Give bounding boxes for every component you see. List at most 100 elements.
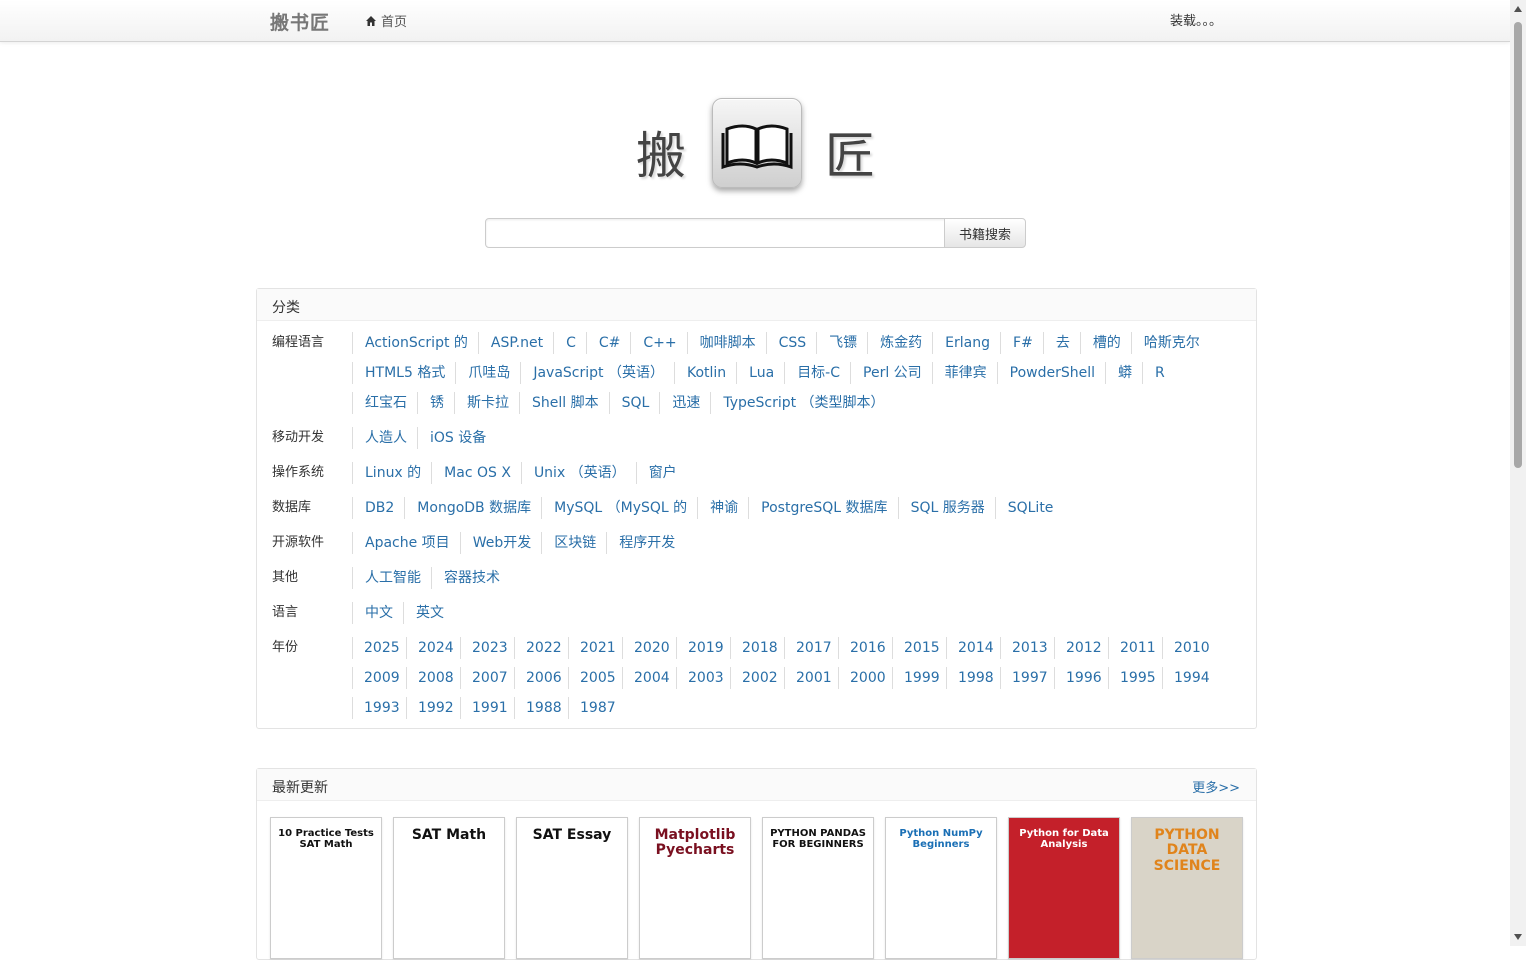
scroll-thumb[interactable] <box>1514 22 1522 468</box>
category-link[interactable]: PostgreSQL 数据库 <box>748 497 897 519</box>
category-link[interactable]: PowderShell <box>996 362 1105 384</box>
category-link[interactable]: 哈斯克尔 <box>1130 332 1210 354</box>
year-link[interactable]: 2008 <box>406 667 460 689</box>
year-link[interactable]: 2021 <box>568 637 622 659</box>
year-link[interactable]: 1987 <box>568 697 622 719</box>
category-link[interactable]: 蟒 <box>1105 362 1142 384</box>
category-link[interactable]: ASP.net <box>477 332 553 354</box>
nav-home-link[interactable]: 首页 <box>365 11 407 30</box>
year-link[interactable]: 2010 <box>1162 637 1216 659</box>
year-link[interactable]: 1991 <box>460 697 514 719</box>
category-link[interactable]: 菲律宾 <box>931 362 997 384</box>
category-link[interactable]: Apache 项目 <box>352 532 460 554</box>
year-link[interactable]: 1992 <box>406 697 460 719</box>
more-link[interactable]: 更多>> <box>1192 777 1240 796</box>
brand-logo[interactable]: 搬书匠 <box>270 8 330 35</box>
year-link[interactable]: 1995 <box>1108 667 1162 689</box>
year-link[interactable]: 1993 <box>352 697 406 719</box>
book-cover[interactable]: Python for Data Analysis <box>1008 817 1120 959</box>
category-link[interactable]: MongoDB 数据库 <box>404 497 541 519</box>
category-link[interactable]: 窗户 <box>635 462 687 484</box>
year-link[interactable]: 2011 <box>1108 637 1162 659</box>
category-link[interactable]: 炼金药 <box>867 332 932 354</box>
year-link[interactable]: 2022 <box>514 637 568 659</box>
book-cover[interactable]: SAT Essay <box>516 817 628 959</box>
category-link[interactable]: CSS <box>765 332 817 354</box>
category-link[interactable]: 中文 <box>352 602 403 624</box>
year-link[interactable]: 2001 <box>784 667 838 689</box>
category-link[interactable]: Perl 公司 <box>850 362 932 384</box>
category-link[interactable]: Shell 脚本 <box>519 392 609 414</box>
scroll-down-arrow-icon[interactable] <box>1514 934 1522 940</box>
category-link[interactable]: 区块链 <box>541 532 606 554</box>
category-link[interactable]: ActionScript 的 <box>352 332 478 354</box>
category-link[interactable]: 槽的 <box>1079 332 1131 354</box>
category-link[interactable]: JavaScript （英语） <box>520 362 674 384</box>
year-link[interactable]: 2002 <box>730 667 784 689</box>
category-link[interactable]: 咖啡脚本 <box>686 332 766 354</box>
category-link[interactable]: 容器技术 <box>431 567 510 589</box>
year-link[interactable]: 2025 <box>352 637 406 659</box>
search-input[interactable] <box>485 218 947 248</box>
year-link[interactable]: 2015 <box>892 637 946 659</box>
category-link[interactable]: DB2 <box>352 497 404 519</box>
year-link[interactable]: 2013 <box>1000 637 1054 659</box>
category-link[interactable]: 英文 <box>403 602 454 624</box>
page-scrollbar[interactable] <box>1510 0 1526 946</box>
book-cover[interactable]: Python NumPy Beginners <box>885 817 997 959</box>
category-link[interactable]: 红宝石 <box>352 392 417 414</box>
category-link[interactable]: C# <box>585 332 631 354</box>
year-link[interactable]: 1998 <box>946 667 1000 689</box>
category-link[interactable]: SQL 服务器 <box>897 497 995 519</box>
category-link[interactable]: SQLite <box>994 497 1064 519</box>
book-cover[interactable]: Matplotlib Pyecharts <box>639 817 751 959</box>
category-link[interactable]: Kotlin <box>673 362 736 384</box>
category-link[interactable]: C++ <box>630 332 686 354</box>
category-link[interactable]: Unix （英语） <box>520 462 636 484</box>
category-link[interactable]: SQL <box>608 392 660 414</box>
year-link[interactable]: 2014 <box>946 637 1000 659</box>
category-link[interactable]: 神谕 <box>697 497 748 519</box>
category-link[interactable]: 锈 <box>417 392 454 414</box>
category-link[interactable]: Web开发 <box>459 532 542 554</box>
year-link[interactable]: 2007 <box>460 667 514 689</box>
year-link[interactable]: 2005 <box>568 667 622 689</box>
search-button[interactable]: 书籍搜索 <box>944 218 1026 248</box>
year-link[interactable]: 1999 <box>892 667 946 689</box>
category-link[interactable]: 人造人 <box>352 427 417 449</box>
year-link[interactable]: 2006 <box>514 667 568 689</box>
category-link[interactable]: 迅速 <box>659 392 710 414</box>
year-link[interactable]: 2017 <box>784 637 838 659</box>
book-cover[interactable]: 10 Practice Tests SAT Math <box>270 817 382 959</box>
year-link[interactable]: 2009 <box>352 667 406 689</box>
book-cover[interactable]: PYTHON DATA SCIENCE <box>1131 817 1243 959</box>
year-link[interactable]: 2018 <box>730 637 784 659</box>
scroll-up-arrow-icon[interactable] <box>1514 6 1522 12</box>
category-link[interactable]: Linux 的 <box>352 462 431 484</box>
category-link[interactable]: F# <box>1000 332 1043 354</box>
category-link[interactable]: 程序开发 <box>606 532 685 554</box>
year-link[interactable]: 1994 <box>1162 667 1216 689</box>
year-link[interactable]: 2023 <box>460 637 514 659</box>
category-link[interactable]: C <box>553 332 586 354</box>
year-link[interactable]: 2012 <box>1054 637 1108 659</box>
category-link[interactable]: 爪哇岛 <box>455 362 520 384</box>
category-link[interactable]: MySQL （MySQL 的 <box>541 497 697 519</box>
category-link[interactable]: Lua <box>736 362 784 384</box>
book-cover[interactable]: SAT Math <box>393 817 505 959</box>
category-link[interactable]: Erlang <box>932 332 1000 354</box>
category-link[interactable]: HTML5 格式 <box>352 362 455 384</box>
year-link[interactable]: 1988 <box>514 697 568 719</box>
year-link[interactable]: 1996 <box>1054 667 1108 689</box>
year-link[interactable]: 2000 <box>838 667 892 689</box>
category-link[interactable]: TypeScript （类型脚本） <box>710 392 894 414</box>
category-link[interactable]: Mac OS X <box>431 462 521 484</box>
category-link[interactable]: 人工智能 <box>352 567 431 589</box>
year-link[interactable]: 2020 <box>622 637 676 659</box>
year-link[interactable]: 2019 <box>676 637 730 659</box>
year-link[interactable]: 2003 <box>676 667 730 689</box>
category-link[interactable]: 去 <box>1042 332 1080 354</box>
category-link[interactable]: 飞镖 <box>816 332 867 354</box>
category-link[interactable]: 斯卡拉 <box>454 392 519 414</box>
category-link[interactable]: 目标-C <box>784 362 850 384</box>
